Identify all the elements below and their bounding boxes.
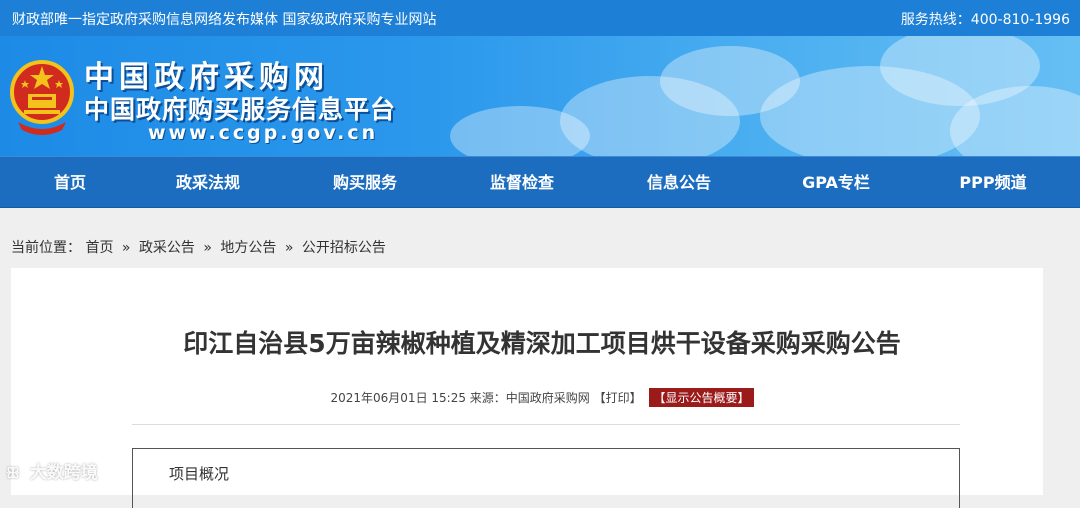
site-tagline: 财政部唯一指定政府采购信息网络发布媒体 国家级政府采购专业网站 [12,12,437,28]
breadcrumb-separator: » [121,240,131,256]
watermark: ꕥ 大数跨境 [6,458,98,483]
site-url: www.ccgp.gov.cn [148,122,379,144]
article-meta: 2021年06月01日 15:25 来源：中国政府采购网 【打印】 【显示公告概… [11,388,1073,407]
project-overview-box: 项目概况 [132,448,960,508]
nav-item-purchase-services[interactable]: 购买服务 [333,157,397,209]
article-title: 印江自治县5万亩辣椒种植及精深加工项目烘干设备采购采购公告 [183,329,901,358]
national-emblem-icon [10,60,74,135]
breadcrumb-prefix: 当前位置： [11,240,81,256]
breadcrumb-separator: » [203,240,212,256]
nav-item-supervision[interactable]: 监督检查 [490,157,554,209]
breadcrumb-home[interactable]: 首页 [85,240,113,256]
nav-item-gpa[interactable]: GPA专栏 [802,157,870,209]
show-summary-button[interactable]: 【显示公告概要】 [649,388,754,407]
watermark-logo-icon: ꕥ [6,464,20,482]
breadcrumb: 当前位置： 首页 » 政采公告 » 地方公告 » 公开招标公告 [11,237,386,257]
nav-item-ppp[interactable]: PPP频道 [959,157,1026,209]
print-link[interactable]: 【打印】 [594,391,642,405]
nav-item-announcements[interactable]: 信息公告 [647,157,711,209]
top-info-bar: 财政部唯一指定政府采购信息网络发布媒体 国家级政府采购专业网站 服务热线：400… [0,0,1080,36]
site-banner: 中国政府采购网 中国政府购买服务信息平台 www.ccgp.gov.cn [0,36,1080,156]
content-divider [132,424,960,425]
breadcrumb-separator: » [284,240,294,256]
breadcrumb-public-tender[interactable]: 公开招标公告 [302,240,386,256]
article-container: 印江自治县5万亩辣椒种植及精深加工项目烘干设备采购采购公告 2021年06月01… [11,268,1043,508]
breadcrumb-local-announcements[interactable]: 地方公告 [220,240,276,256]
publish-date: 2021年06月01日 15:25 [330,391,466,405]
site-logo-subtitle: 中国政府购买服务信息平台 [84,95,397,124]
service-hotline: 服务热线：400-810-1996 [900,12,1070,28]
nav-item-home[interactable]: 首页 [54,157,86,209]
section-title: 项目概况 [169,465,230,483]
article-source: 来源：中国政府采购网 [469,391,590,405]
main-navigation: 首页 政采法规 购买服务 监督检查 信息公告 GPA专栏 PPP频道 [0,156,1080,208]
watermark-text: 大数跨境 [29,463,98,483]
breadcrumb-procurement-announcements[interactable]: 政采公告 [139,240,195,256]
nav-item-regulations[interactable]: 政采法规 [176,157,240,209]
